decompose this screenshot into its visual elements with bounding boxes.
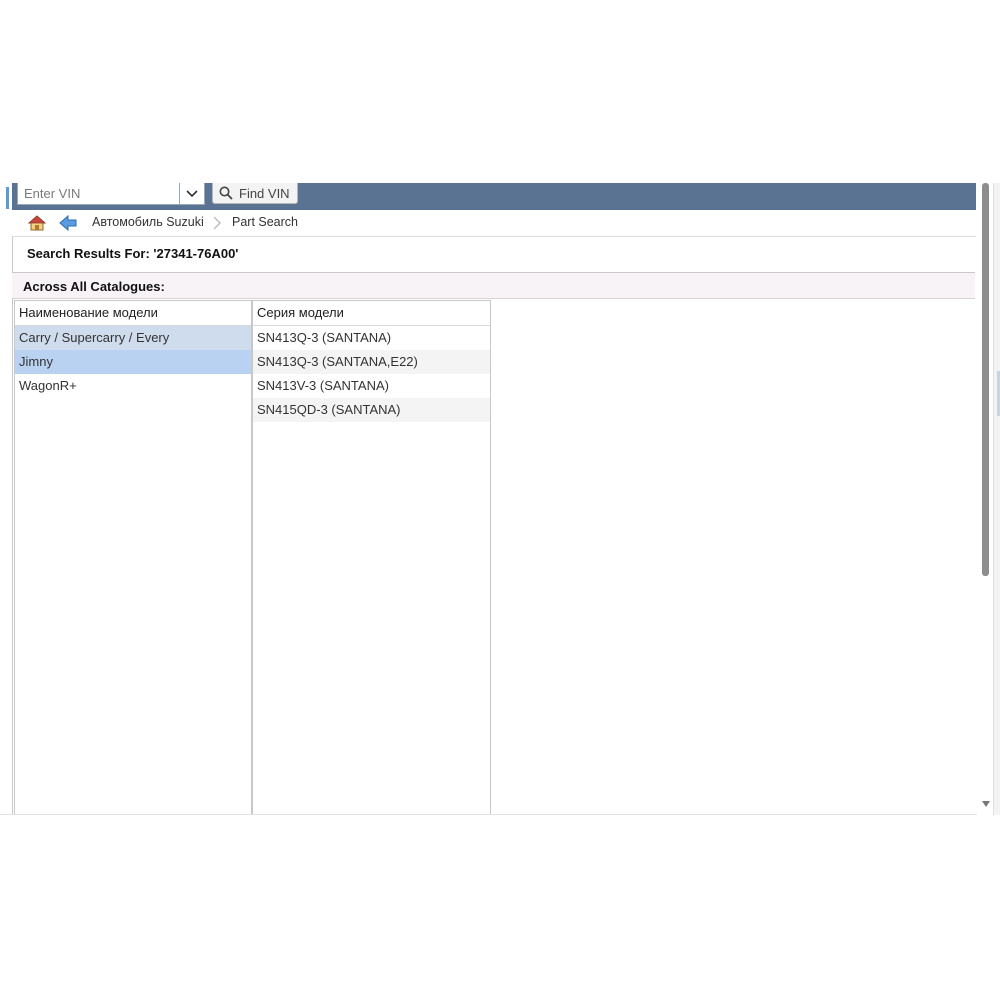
scrollbar-thumb[interactable] — [982, 183, 989, 576]
find-vin-label: Find VIN — [239, 185, 290, 201]
search-results-title: Search Results For: '27341-76A00' — [27, 246, 239, 261]
list-item[interactable]: SN413Q-3 (SANTANA,E22) — [253, 350, 490, 374]
list-item[interactable]: Carry / Supercarry / Every — [15, 326, 251, 350]
breadcrumb-item-catalog[interactable]: Автомобиль Suzuki — [92, 215, 204, 229]
model-name-header: Наименование модели — [15, 301, 251, 326]
back-button[interactable] — [59, 214, 77, 232]
vin-history-dropdown[interactable] — [179, 183, 204, 204]
left-accent — [6, 187, 9, 209]
chevron-down-icon — [186, 189, 198, 197]
top-toolbar: Find VIN — [12, 183, 976, 210]
list-item[interactable]: SN413V-3 (SANTANA) — [253, 374, 490, 398]
section-title: Across All Catalogues: — [23, 279, 165, 294]
vin-input[interactable] — [18, 183, 181, 204]
triangle-down-icon — [982, 801, 990, 807]
chevron-right-icon — [212, 214, 222, 232]
divider — [12, 236, 976, 237]
back-arrow-icon — [59, 214, 77, 232]
breadcrumb-item-part-search: Part Search — [232, 215, 299, 229]
home-icon — [27, 215, 47, 231]
scroll-down-button[interactable] — [980, 797, 992, 807]
home-button[interactable] — [27, 215, 47, 231]
model-series-list: Серия модели SN413Q-3 (SANTANA) SN413Q-3… — [252, 300, 491, 815]
background-window-edge — [993, 183, 1000, 815]
app-viewport: Find VIN Автомобиль Suzuki Part Search S… — [0, 183, 1000, 815]
model-name-list: Наименование модели Carry / Supercarry /… — [14, 300, 252, 815]
find-vin-button[interactable]: Find VIN — [212, 183, 298, 204]
divider — [0, 814, 977, 815]
catalogues-section-header: Across All Catalogues: — [12, 272, 975, 299]
list-item[interactable]: SN413Q-3 (SANTANA) — [253, 326, 490, 350]
model-series-header: Серия модели — [253, 301, 490, 326]
list-item[interactable]: Jimny — [15, 350, 251, 374]
breadcrumb: Автомобиль Suzuki Part Search — [12, 210, 976, 236]
vin-search-box — [17, 183, 205, 205]
list-item[interactable]: WagonR+ — [15, 374, 251, 398]
list-item[interactable]: SN415QD-3 (SANTANA) — [253, 398, 490, 422]
search-icon — [219, 186, 233, 200]
